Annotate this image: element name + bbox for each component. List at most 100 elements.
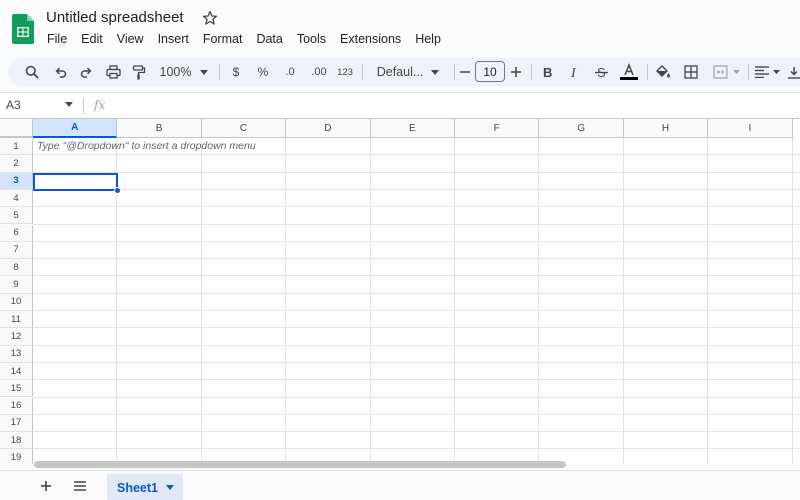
- row-header-17[interactable]: 17: [0, 414, 33, 433]
- sheet-bar: Sheet1: [0, 470, 800, 500]
- font-family-select[interactable]: Defaul...: [368, 58, 448, 86]
- row-gridline: [33, 171, 800, 173]
- horizontal-align-button[interactable]: [752, 58, 782, 86]
- row-header-19[interactable]: 19: [0, 449, 33, 464]
- menu-view[interactable]: View: [110, 31, 151, 49]
- column-header-c[interactable]: C: [201, 119, 287, 138]
- column-gridline: [454, 138, 455, 464]
- row-gridline: [33, 344, 800, 346]
- column-header-b[interactable]: B: [117, 119, 202, 138]
- menu-data[interactable]: Data: [249, 31, 289, 49]
- strikethrough-button[interactable]: S: [592, 58, 610, 86]
- row-header-13[interactable]: 13: [0, 345, 33, 363]
- redo-icon: [80, 67, 91, 78]
- column-header-f[interactable]: F: [455, 119, 540, 138]
- menu-file[interactable]: File: [40, 31, 74, 49]
- column-header-d[interactable]: D: [286, 119, 371, 138]
- add-sheet-icon[interactable]: [38, 478, 54, 494]
- row-gridline: [33, 327, 800, 329]
- italic-button[interactable]: I: [565, 58, 583, 86]
- row-header-18[interactable]: 18: [0, 432, 33, 450]
- strikethrough-icon: S: [594, 66, 608, 78]
- sheets-logo-icon[interactable]: [12, 14, 34, 44]
- row-gridline: [33, 292, 800, 294]
- column-header-g[interactable]: G: [539, 119, 624, 138]
- row-gridline: [33, 275, 800, 277]
- increase-font-size-button[interactable]: [508, 58, 524, 86]
- menu-edit[interactable]: Edit: [74, 31, 110, 49]
- menu-tools[interactable]: Tools: [290, 31, 333, 49]
- undo-button[interactable]: [50, 58, 70, 86]
- menu-help[interactable]: Help: [408, 31, 448, 49]
- paint-format-button[interactable]: [129, 58, 149, 86]
- row-header-11[interactable]: 11: [0, 311, 33, 329]
- column-header-h[interactable]: H: [623, 119, 709, 138]
- column-header-i[interactable]: I: [708, 119, 793, 138]
- toolbar-divider: [531, 64, 532, 80]
- italic-icon: I: [570, 66, 577, 78]
- row-header-4[interactable]: 4: [0, 189, 33, 208]
- column-gridline: [369, 138, 371, 464]
- redo-button[interactable]: [76, 58, 96, 86]
- row-gridline: [33, 431, 800, 433]
- toolbar-divider: [362, 64, 363, 80]
- vertical-align-button[interactable]: [786, 58, 800, 86]
- decrease-font-size-button[interactable]: [457, 58, 473, 86]
- borders-button[interactable]: [681, 58, 701, 86]
- row-header-16[interactable]: 16: [0, 397, 33, 415]
- text-color-button[interactable]: [618, 58, 640, 86]
- chevron-down-icon[interactable]: [65, 102, 73, 107]
- decrease-decimal-button[interactable]: .0: [279, 58, 301, 86]
- row-header-2[interactable]: 2: [0, 155, 33, 173]
- active-cell[interactable]: [33, 173, 118, 191]
- fill-handle[interactable]: [114, 187, 121, 194]
- dropdown-hint: Type "@Dropdown" to insert a dropdown me…: [37, 140, 256, 152]
- row-header-9[interactable]: 9: [0, 276, 33, 294]
- row-gridline: [33, 258, 800, 260]
- menu-bar: File Edit View Insert Format Data Tools …: [40, 31, 448, 49]
- column-header-e[interactable]: E: [370, 119, 455, 138]
- decrease-decimal-label: .0: [285, 66, 295, 78]
- font-size-input[interactable]: 10: [475, 61, 505, 82]
- menu-extensions[interactable]: Extensions: [333, 31, 408, 49]
- column-gridline: [707, 138, 709, 464]
- row-gridline: [33, 154, 800, 156]
- row-header-15[interactable]: 15: [0, 380, 33, 398]
- chevron-down-icon[interactable]: [166, 485, 174, 490]
- sheet-tab-sheet1[interactable]: Sheet1: [107, 474, 183, 500]
- horizontal-scrollbar[interactable]: [34, 461, 566, 468]
- bold-button[interactable]: B: [538, 58, 556, 86]
- zoom-value: 100%: [159, 65, 192, 79]
- more-formats-button[interactable]: 123: [334, 58, 356, 86]
- name-box[interactable]: A3: [6, 98, 21, 112]
- currency-format-button[interactable]: $: [227, 58, 245, 86]
- cell-grid[interactable]: ABCDEFGHI 1 2 3 4 5 6 7 8 9 10 11 12 13 14 15 16 17 18 19 …: [0, 118, 800, 464]
- row-header-6[interactable]: 6: [0, 224, 33, 242]
- menu-insert[interactable]: Insert: [151, 31, 196, 49]
- row-header-5[interactable]: 5: [0, 207, 33, 225]
- print-button[interactable]: [102, 58, 124, 86]
- zoom-select[interactable]: 100%: [156, 58, 212, 86]
- percent-format-button[interactable]: %: [253, 58, 273, 86]
- search-icon: [25, 65, 39, 79]
- row-header-1[interactable]: 1: [0, 138, 33, 156]
- fill-color-button[interactable]: [653, 58, 673, 86]
- document-title[interactable]: Untitled spreadsheet: [46, 9, 184, 26]
- star-icon[interactable]: [202, 10, 218, 26]
- row-header-8[interactable]: 8: [0, 259, 33, 277]
- select-all-corner[interactable]: [0, 119, 33, 138]
- row-header-14[interactable]: 14: [0, 362, 33, 381]
- search-menus-button[interactable]: [22, 58, 42, 86]
- row-header-10[interactable]: 10: [0, 293, 33, 311]
- row-header-3[interactable]: 3: [0, 172, 33, 190]
- text-color-icon: [620, 63, 638, 80]
- row-header-12[interactable]: 12: [0, 328, 33, 346]
- increase-decimal-button[interactable]: .00: [306, 58, 332, 86]
- merge-cells-button[interactable]: [708, 58, 744, 86]
- all-sheets-menu-icon[interactable]: [72, 479, 88, 493]
- row-header-7[interactable]: 7: [0, 241, 33, 260]
- column-header-a[interactable]: A: [33, 119, 118, 138]
- column-gridline: [791, 138, 793, 464]
- menu-format[interactable]: Format: [196, 31, 250, 49]
- row-gridline: [33, 206, 800, 208]
